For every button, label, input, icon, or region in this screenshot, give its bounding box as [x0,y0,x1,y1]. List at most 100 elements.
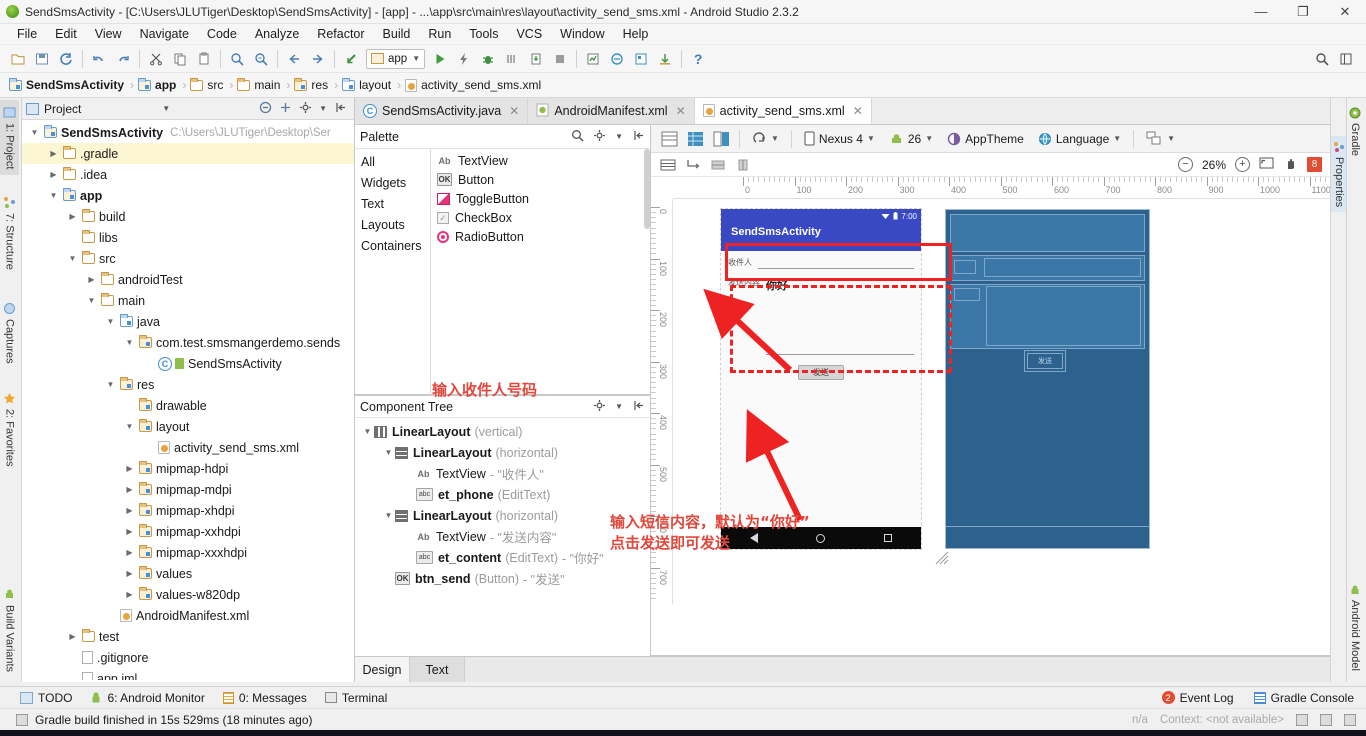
chevron-down-icon[interactable]: ▼ [123,338,136,347]
close-icon[interactable]: ✕ [853,104,863,118]
chevron-right-icon[interactable]: ▶ [47,170,60,179]
preview-content-input[interactable]: 你好 [766,277,914,363]
tree-item[interactable]: ▶ values [22,563,354,584]
component-tree-list[interactable]: ▼ LinearLayout (vertical) ▼ LinearLayout (hor… [355,418,650,589]
find-icon[interactable] [226,48,248,70]
breadcrumb-item-src[interactable]: src [187,76,228,95]
zoom-out-button[interactable]: − [1177,157,1193,172]
design-canvas[interactable]: 7:00 SendSmsActivity 收件人 发送内容 你好 发送 发送 [673,199,1332,604]
tree-item[interactable]: ▶ .idea [22,164,354,185]
breadcrumb-item-project[interactable]: SendSmsActivity [6,76,129,95]
menu-refactor[interactable]: Refactor [308,25,373,43]
menu-tools[interactable]: Tools [460,25,507,43]
gear-icon[interactable] [593,129,606,145]
sdk-manager-icon[interactable] [582,48,604,70]
tool-window-todo[interactable]: TODO [20,691,72,705]
chevron-down-icon[interactable]: ▼ [66,254,79,263]
menu-edit[interactable]: Edit [46,25,86,43]
chevron-down-icon[interactable]: ▼ [162,104,170,113]
hide-icon[interactable] [632,399,645,415]
api-level-selector[interactable]: 26 ▼ [883,128,939,150]
layout-icon[interactable] [1335,48,1357,70]
palette-category-widgets[interactable]: Widgets [355,172,430,193]
menu-file[interactable]: File [8,25,46,43]
editor-tab-activity-send-sms-xml[interactable]: activity_send_sms.xml ✕ [694,98,872,124]
recents-nav-icon[interactable] [883,534,892,542]
tree-item[interactable]: ▶ build [22,206,354,227]
show-constraints-icon[interactable] [657,155,679,174]
cut-icon[interactable] [145,48,167,70]
tree-item[interactable]: ▶ .gradle [22,143,354,164]
tree-item[interactable]: ▶AndroidManifest.xml [22,605,354,626]
chevron-down-icon[interactable]: ▼ [382,448,395,457]
chevron-down-icon[interactable]: ▼ [382,511,395,520]
palette-item-button[interactable]: OK Button [431,170,650,189]
help-icon[interactable]: ? [687,48,709,70]
hide-icon[interactable] [632,129,645,145]
project-tree[interactable]: ▼ SendSmsActivity C:\Users\JLUTiger\Deskto… [22,120,354,680]
menu-help[interactable]: Help [614,25,658,43]
zoom-in-button[interactable]: + [1235,157,1250,172]
palette-category-containers[interactable]: Containers [355,235,430,256]
palette-category-text[interactable]: Text [355,193,430,214]
tree-item[interactable]: ▶ test [22,626,354,647]
tree-item[interactable]: ▼ res [22,374,354,395]
menu-window[interactable]: Window [551,25,613,43]
replace-icon[interactable] [250,48,272,70]
canvas-resize-handle[interactable] [935,551,949,565]
maximize-button[interactable]: ❐ [1282,0,1324,24]
tree-item[interactable]: ▶CSendSmsActivity [22,353,354,374]
blueprint-mode-icon[interactable] [683,128,707,150]
android-icon[interactable] [1320,713,1332,726]
project-panel-title-group[interactable]: Project [26,102,81,116]
layout-variants-icon[interactable]: ▼ [1140,128,1181,150]
autoconnect-icon[interactable] [682,155,704,174]
both-mode-icon[interactable] [709,128,733,150]
chevron-right-icon[interactable]: ▶ [123,485,136,494]
component-tree-item[interactable]: ▼ LinearLayout (horizontal) [355,505,650,526]
tree-item[interactable]: ▶ mipmap-hdpi [22,458,354,479]
theme-selector[interactable]: AppTheme [941,128,1030,150]
tool-window-android-monitor[interactable]: 6: Android Monitor [90,691,205,705]
palette-category-list[interactable]: All Widgets Text Layouts Containers [355,149,431,395]
component-tree-item[interactable]: ▶OKbtn_send(Button)- "发送" [355,568,650,589]
design-mode-icon[interactable] [657,128,681,150]
avd-manager-icon[interactable] [606,48,628,70]
editor-tab-androidmanifest-xml[interactable]: AndroidManifest.xml ✕ [528,98,695,124]
chevron-right-icon[interactable]: ▶ [123,590,136,599]
palette-item-list[interactable]: Ab TextView OK Button ToggleButton ✓ CheckBox R… [431,149,650,395]
language-selector[interactable]: Language ▼ [1032,128,1127,150]
sidebar-item-gradle[interactable]: Gradle [1347,102,1363,161]
align-icon[interactable] [707,155,729,174]
breadcrumb-item-res[interactable]: res [291,76,333,95]
sync-icon[interactable] [55,48,77,70]
tab-design[interactable]: Design [355,657,410,682]
close-icon[interactable]: ✕ [676,104,686,118]
sidebar-item-favorites[interactable]: 2: Favorites [0,386,19,472]
tree-item[interactable]: ▶ mipmap-xxhdpi [22,521,354,542]
copy-icon[interactable] [169,48,191,70]
breadcrumb-item-file[interactable]: activity_send_sms.xml [402,76,546,95]
chevron-down-icon[interactable]: ▼ [104,380,117,389]
chevron-right-icon[interactable]: ▶ [123,548,136,557]
tree-item[interactable]: ▼ SendSmsActivity C:\Users\JLUTiger\Deskto… [22,122,354,143]
tree-item[interactable]: ▶ values-w820dp [22,584,354,605]
chevron-right-icon[interactable]: ▶ [66,632,79,641]
palette-category-all[interactable]: All [355,151,430,172]
close-icon[interactable]: ✕ [509,104,519,118]
stop-icon[interactable] [549,48,571,70]
chevron-down-icon[interactable]: ▼ [615,132,623,141]
menu-analyze[interactable]: Analyze [246,25,308,43]
palette-item-togglebutton[interactable]: ToggleButton [431,189,650,208]
tool-window-event-log[interactable]: 2 Event Log [1161,691,1234,705]
tree-item[interactable]: ▶ mipmap-xhdpi [22,500,354,521]
menu-vcs[interactable]: VCS [507,25,551,43]
tree-item[interactable]: ▼ com.test.smsmangerdemo.sends [22,332,354,353]
scroll-from-source-icon[interactable] [279,101,292,117]
sidebar-item-build-variants[interactable]: Build Variants [0,582,19,678]
back-icon[interactable] [283,48,305,70]
apply-changes-icon[interactable] [453,48,475,70]
sidebar-item-captures[interactable]: Captures [0,296,19,370]
home-nav-icon[interactable] [816,533,826,543]
tool-window-gradle-console[interactable]: Gradle Console [1253,691,1354,705]
